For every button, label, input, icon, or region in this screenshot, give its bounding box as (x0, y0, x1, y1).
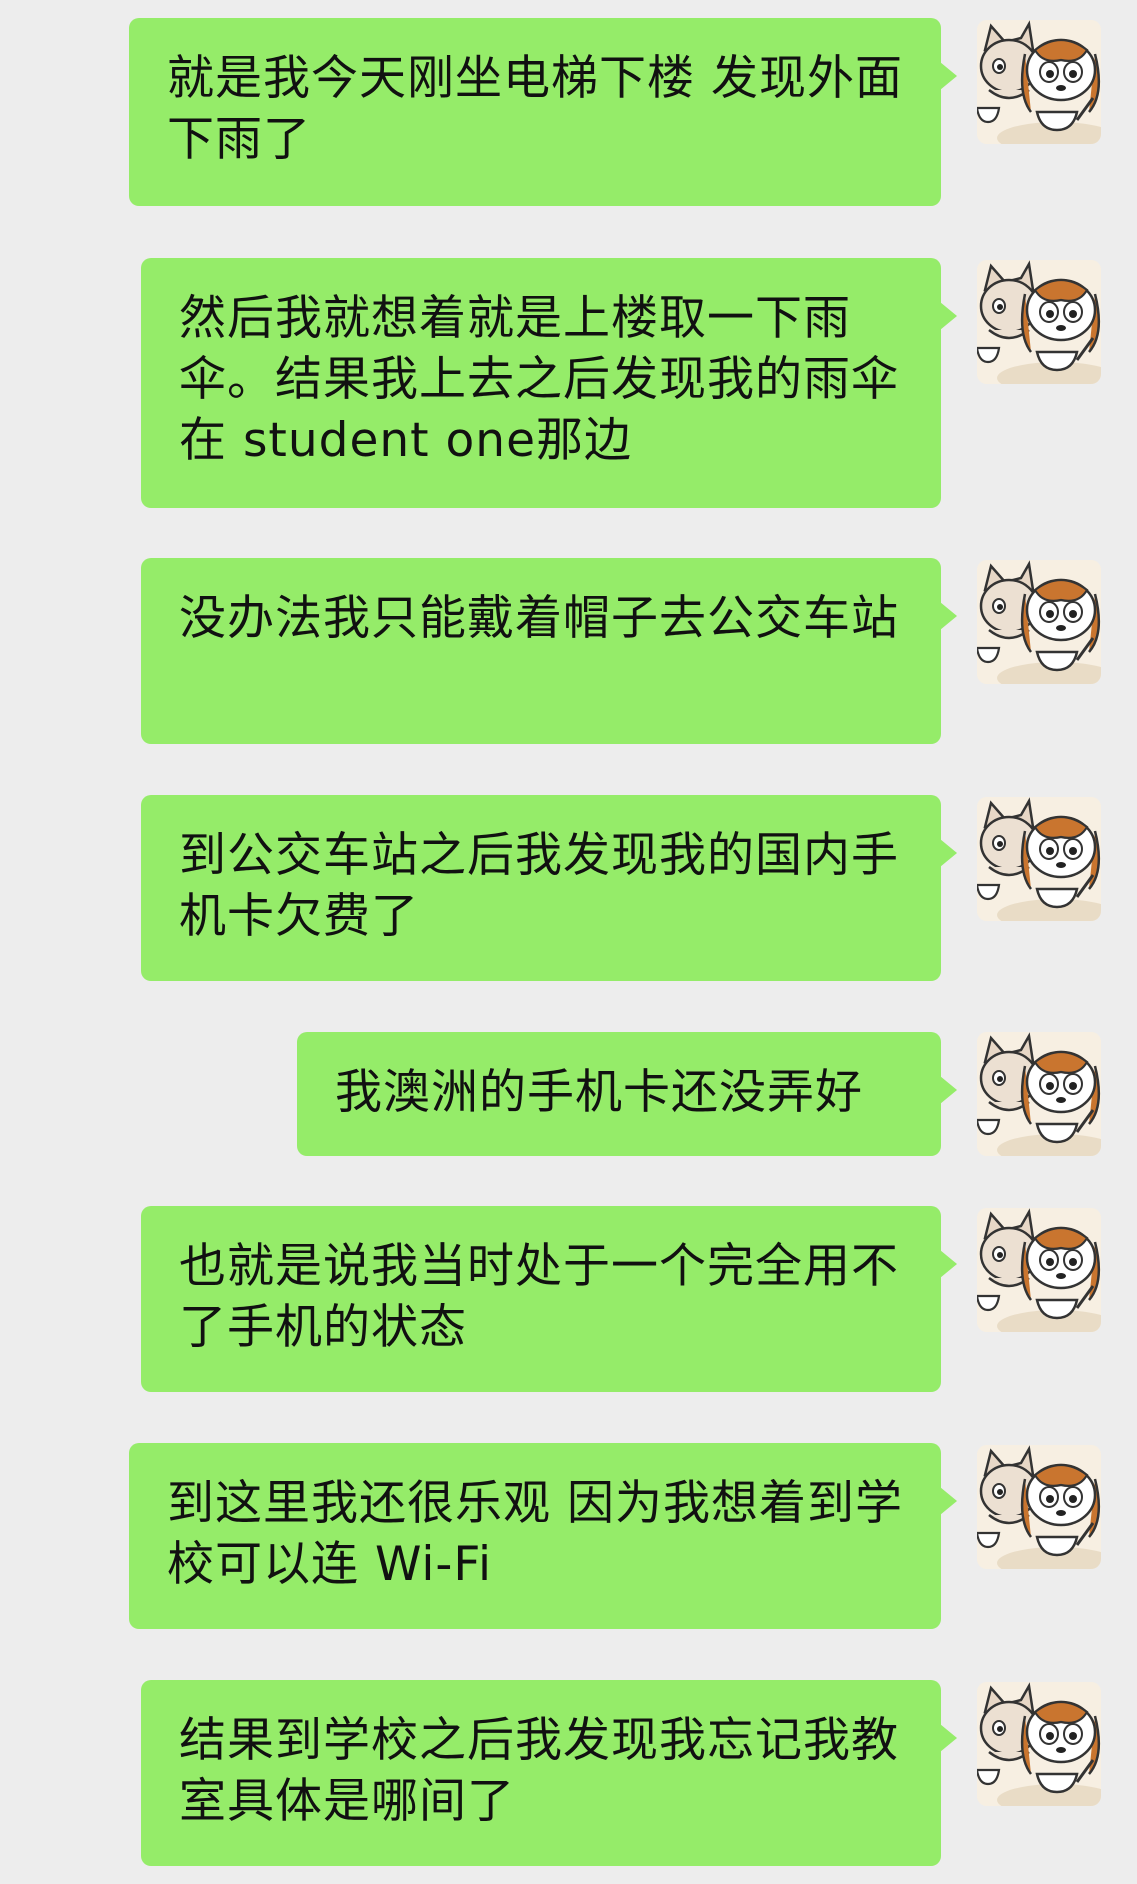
avatar[interactable] (977, 260, 1101, 384)
cartoon-cat-and-dog-avatar-icon (977, 260, 1101, 384)
cartoon-cat-and-dog-avatar-icon (977, 1208, 1101, 1332)
message-text: 就是我今天刚坐电梯下楼 发现外面下雨了 (167, 51, 903, 167)
cartoon-cat-and-dog-avatar-icon (977, 1682, 1101, 1806)
message-bubble[interactable]: 没办法我只能戴着帽子去公交车站 (141, 558, 957, 744)
avatar[interactable] (977, 560, 1101, 684)
cartoon-cat-and-dog-avatar-icon (977, 1445, 1101, 1569)
cartoon-cat-and-dog-avatar-icon (977, 560, 1101, 684)
avatar[interactable] (977, 20, 1101, 144)
message-bubble[interactable]: 我澳洲的手机卡还没弄好 (297, 1032, 957, 1156)
message-bubble[interactable]: 到这里我还很乐观 因为我想着到学校可以连 Wi-Fi (129, 1443, 957, 1629)
message-text: 没办法我只能戴着帽子去公交车站 (179, 591, 899, 646)
message-text: 然后我就想着就是上楼取一下雨伞。结果我上去之后发现我的雨伞在 student o… (179, 291, 899, 468)
avatar[interactable] (977, 1032, 1101, 1156)
avatar[interactable] (977, 797, 1101, 921)
message-text: 到这里我还很乐观 因为我想着到学校可以连 Wi-Fi (167, 1476, 903, 1592)
message-text: 也就是说我当时处于一个完全用不了手机的状态 (179, 1239, 899, 1355)
avatar[interactable] (977, 1682, 1101, 1806)
message-bubble[interactable]: 到公交车站之后我发现我的国内手机卡欠费了 (141, 795, 957, 981)
avatar[interactable] (977, 1445, 1101, 1569)
cartoon-cat-and-dog-avatar-icon (977, 20, 1101, 144)
message-bubble[interactable]: 也就是说我当时处于一个完全用不了手机的状态 (141, 1206, 957, 1392)
message-text: 结果到学校之后我发现我忘记我教室具体是哪间了 (179, 1713, 899, 1829)
cartoon-cat-and-dog-avatar-icon (977, 1032, 1101, 1156)
message-bubble[interactable]: 然后我就想着就是上楼取一下雨伞。结果我上去之后发现我的雨伞在 student o… (141, 258, 957, 508)
message-bubble[interactable]: 结果到学校之后我发现我忘记我教室具体是哪间了 (141, 1680, 957, 1866)
cartoon-cat-and-dog-avatar-icon (977, 797, 1101, 921)
message-text: 到公交车站之后我发现我的国内手机卡欠费了 (179, 828, 899, 944)
message-bubble[interactable]: 就是我今天刚坐电梯下楼 发现外面下雨了 (129, 18, 957, 206)
avatar[interactable] (977, 1208, 1101, 1332)
message-text: 我澳洲的手机卡还没弄好 (335, 1065, 863, 1120)
